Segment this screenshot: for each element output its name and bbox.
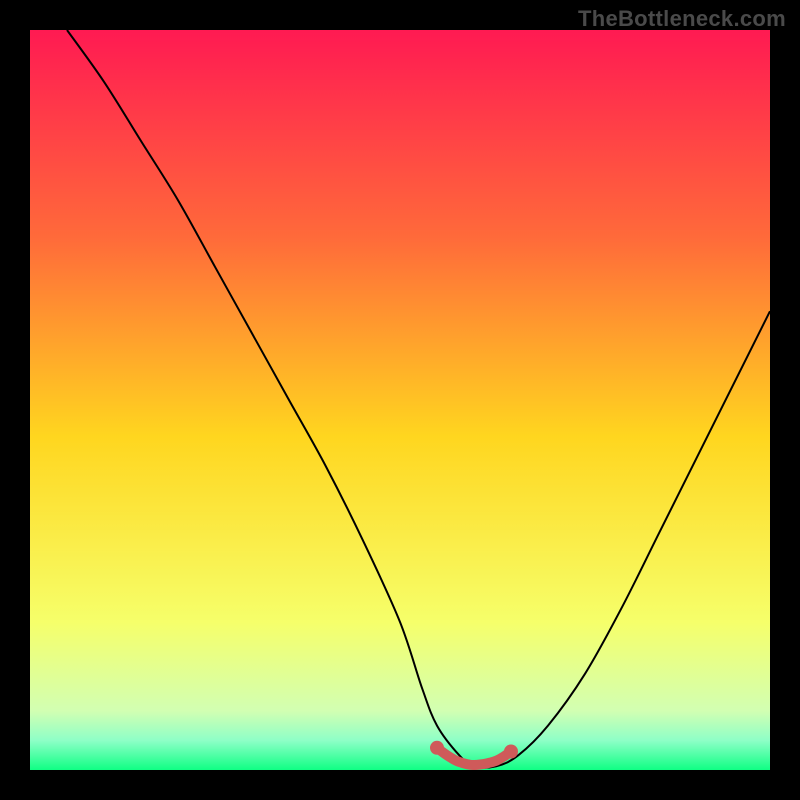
optimal-range-start-dot [430, 741, 444, 755]
watermark-text: TheBottleneck.com [578, 6, 786, 32]
plot-area [30, 30, 770, 770]
optimal-range-end-dot [504, 745, 518, 759]
bottleneck-chart [30, 30, 770, 770]
chart-frame: TheBottleneck.com [0, 0, 800, 800]
